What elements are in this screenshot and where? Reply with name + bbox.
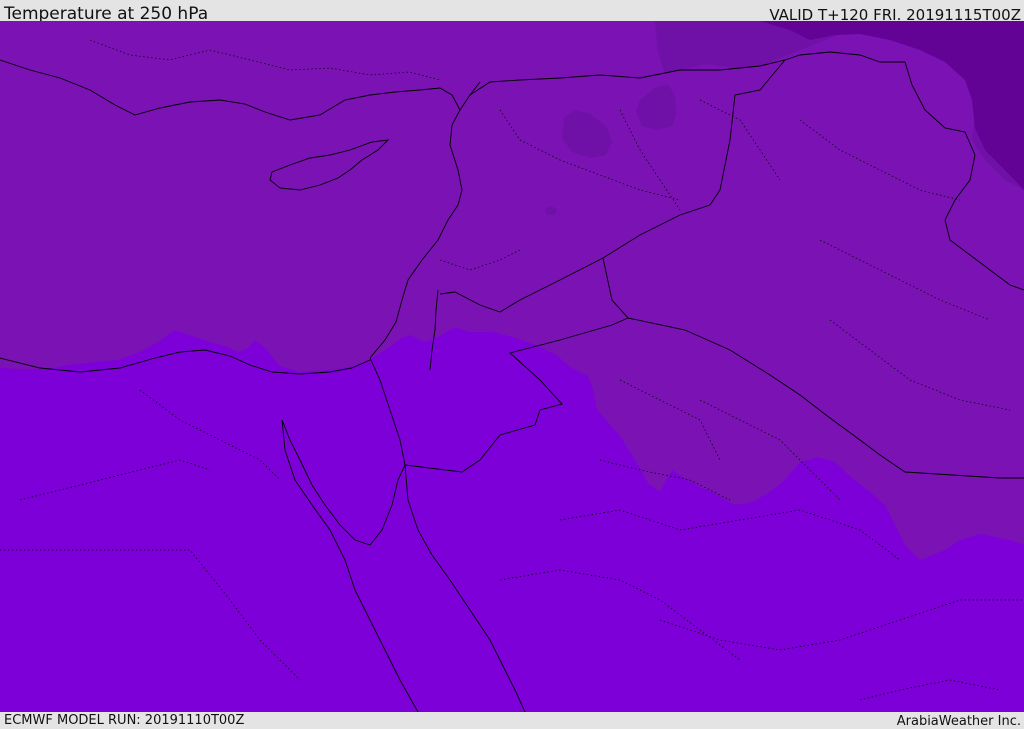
credit-label: ArabiaWeather Inc. (896, 714, 1021, 729)
forecast-map-page: Temperature at 250 hPa VALID T+120 FRI. … (0, 0, 1024, 729)
header-bar: Temperature at 250 hPa VALID T+120 FRI. … (0, 0, 1024, 24)
temperature-map[interactable] (0, 21, 1024, 712)
model-run-label: ECMWF MODEL RUN: 20191110T00Z (4, 713, 245, 728)
map-area[interactable] (0, 21, 1024, 712)
temperature-patch-cold (545, 207, 557, 215)
footer-bar: ECMWF MODEL RUN: 20191110T00Z ArabiaWeat… (0, 712, 1024, 729)
